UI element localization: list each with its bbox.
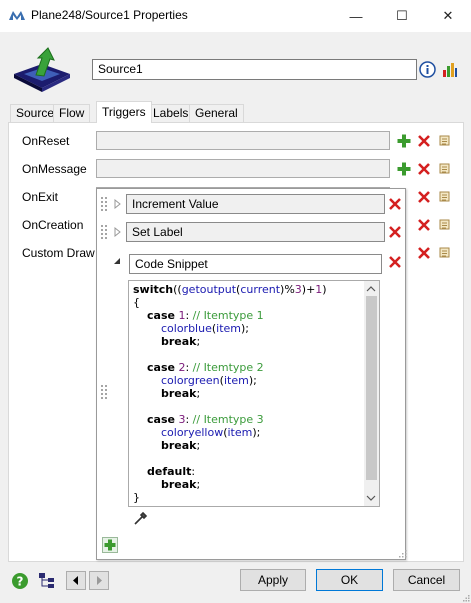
drag-handle-icon[interactable] bbox=[100, 224, 108, 240]
edit-script-icon[interactable] bbox=[437, 133, 453, 149]
code-text[interactable]: switch((getoutput(current)%3)+1) { case … bbox=[133, 283, 363, 504]
tab-label: Source bbox=[16, 106, 55, 120]
remove-item-icon[interactable] bbox=[388, 225, 402, 239]
trigger-label-customdraw: Custom Draw bbox=[22, 246, 95, 260]
right-arrow-icon bbox=[97, 576, 102, 585]
source-object-icon bbox=[14, 47, 70, 92]
object-name-field[interactable]: Source1 bbox=[92, 59, 417, 80]
tab-triggers[interactable]: Triggers bbox=[96, 101, 152, 123]
trigger-label-oncreation: OnCreation bbox=[22, 218, 84, 232]
drag-handle-icon[interactable] bbox=[100, 196, 108, 212]
remove-trigger-icon[interactable] bbox=[416, 245, 432, 261]
ok-button[interactable]: OK bbox=[316, 569, 383, 591]
remove-item-icon[interactable] bbox=[388, 255, 402, 269]
tab-label: Flow bbox=[59, 106, 85, 120]
app-icon bbox=[9, 11, 25, 20]
remove-trigger-icon[interactable] bbox=[416, 161, 432, 177]
add-item-icon[interactable] bbox=[102, 537, 118, 553]
remove-trigger-icon[interactable] bbox=[416, 133, 432, 149]
expand-arrow-icon[interactable] bbox=[114, 199, 121, 209]
tab-labels[interactable]: Labels bbox=[147, 104, 195, 122]
left-arrow-icon bbox=[73, 576, 78, 585]
tree-icon[interactable] bbox=[38, 572, 56, 590]
remove-trigger-icon[interactable] bbox=[416, 189, 432, 205]
remove-item-icon[interactable] bbox=[388, 197, 402, 211]
code-editor[interactable]: switch((getoutput(current)%3)+1) { case … bbox=[128, 280, 380, 507]
title-bar: Plane248/Source1 Properties — ☐ ✕ bbox=[0, 0, 471, 32]
collapse-arrow-icon[interactable] bbox=[113, 257, 121, 265]
minimize-button[interactable]: — bbox=[333, 0, 379, 32]
expand-arrow-icon[interactable] bbox=[114, 227, 121, 237]
tab-label: Triggers bbox=[102, 105, 146, 119]
add-trigger-icon[interactable] bbox=[396, 133, 412, 149]
svg-text:?: ? bbox=[17, 575, 24, 589]
popup-item-increment-value[interactable]: Increment Value bbox=[126, 194, 385, 214]
tab-general[interactable]: General bbox=[189, 104, 244, 122]
scroll-thumb[interactable] bbox=[366, 296, 377, 480]
previous-button[interactable] bbox=[66, 571, 86, 590]
edit-script-icon[interactable] bbox=[437, 217, 453, 233]
next-button[interactable] bbox=[89, 571, 109, 590]
drag-handle-icon[interactable] bbox=[100, 384, 108, 400]
close-button[interactable]: ✕ bbox=[425, 0, 471, 32]
edit-script-icon[interactable] bbox=[437, 161, 453, 177]
window-title: Plane248/Source1 Properties bbox=[31, 8, 188, 22]
tab-label: General bbox=[195, 106, 238, 120]
tab-flow[interactable]: Flow bbox=[53, 104, 91, 122]
scroll-down-icon[interactable] bbox=[366, 494, 376, 502]
apply-button[interactable]: Apply bbox=[240, 569, 306, 591]
scroll-up-icon[interactable] bbox=[366, 285, 376, 293]
trigger-field-onreset[interactable] bbox=[96, 131, 390, 150]
window-resize-grip-icon[interactable] bbox=[463, 595, 470, 602]
trigger-label-onreset: OnReset bbox=[22, 134, 70, 148]
chart-icon[interactable] bbox=[441, 61, 458, 78]
info-icon[interactable] bbox=[419, 61, 436, 78]
tab-label: Labels bbox=[153, 106, 189, 120]
add-trigger-icon[interactable] bbox=[396, 161, 412, 177]
trigger-field-onmessage[interactable] bbox=[96, 159, 390, 178]
trigger-label-onexit: OnExit bbox=[22, 190, 59, 204]
eyedropper-icon[interactable] bbox=[133, 511, 148, 526]
remove-trigger-icon[interactable] bbox=[416, 217, 432, 233]
maximize-button[interactable]: ☐ bbox=[379, 0, 425, 32]
resize-grip-icon[interactable] bbox=[399, 550, 407, 558]
popup-item-code-snippet[interactable]: Code Snippet bbox=[129, 254, 382, 274]
cancel-button[interactable]: Cancel bbox=[393, 569, 460, 591]
edit-script-icon[interactable] bbox=[437, 245, 453, 261]
trigger-label-onmessage: OnMessage bbox=[22, 162, 87, 176]
help-icon[interactable]: ? bbox=[11, 572, 29, 590]
popup-item-set-label[interactable]: Set Label bbox=[126, 222, 385, 242]
edit-script-icon[interactable] bbox=[437, 189, 453, 205]
